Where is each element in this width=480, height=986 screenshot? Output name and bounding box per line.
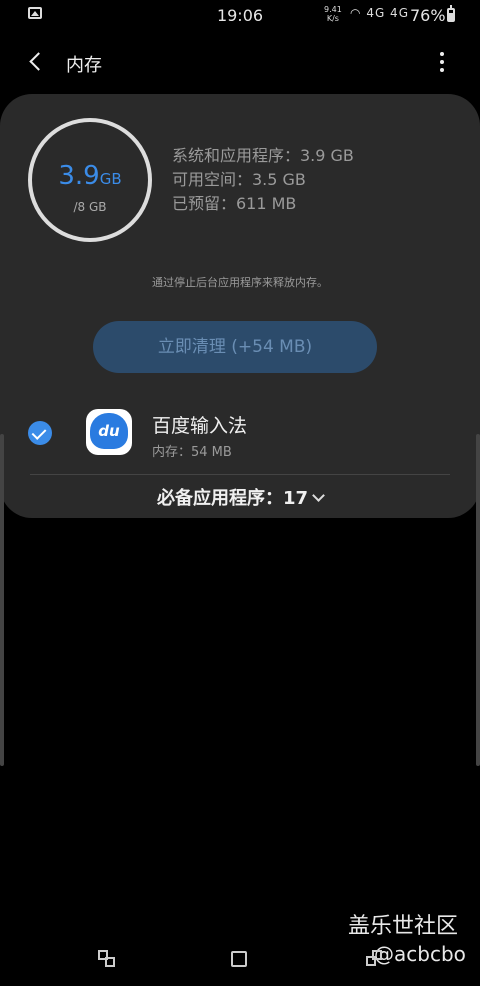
left-edge-scrollbar bbox=[0, 434, 4, 766]
memory-total: /8 GB bbox=[73, 200, 107, 214]
reserved-memory: 已预留：611 MB bbox=[172, 194, 297, 213]
chevron-down-icon bbox=[312, 489, 325, 502]
navigation-bar bbox=[0, 936, 480, 986]
wifi-icon: ◠ bbox=[350, 6, 362, 20]
nav-back-icon[interactable] bbox=[366, 950, 384, 968]
app-list-item[interactable]: du 百度输入法 内存：54 MB bbox=[0, 395, 480, 471]
back-arrow-icon[interactable] bbox=[24, 50, 48, 74]
divider bbox=[30, 474, 450, 475]
network-speed-value: 9.41 bbox=[324, 5, 342, 14]
network-speed-unit: K/s bbox=[326, 14, 339, 23]
clean-now-button[interactable]: 立即清理 (+54 MB) bbox=[93, 321, 377, 373]
memory-used: 3.9GB bbox=[32, 161, 148, 191]
memory-hint: 通过停止后台应用程序来释放内存。 bbox=[152, 276, 328, 289]
memory-used-number: 3.9 bbox=[58, 161, 100, 191]
signal-icons: ◠ 4G 4G bbox=[350, 6, 409, 20]
signal-icon: 4G 4G bbox=[366, 6, 409, 20]
app-memory: 内存：54 MB bbox=[152, 445, 232, 460]
network-speed: 9.41 K/s bbox=[324, 5, 342, 23]
system-apps-usage: 系统和应用程序：3.9 GB bbox=[172, 146, 354, 165]
status-bar: 19:06 9.41 K/s ◠ 4G 4G 76% bbox=[0, 0, 480, 30]
battery-icon bbox=[447, 5, 455, 22]
memory-used-unit: GB bbox=[99, 170, 122, 188]
app-bar: 内存 bbox=[0, 40, 480, 84]
checkbox-checked-icon[interactable] bbox=[28, 421, 52, 445]
app-name: 百度输入法 bbox=[152, 415, 248, 437]
right-edge-scrollbar[interactable] bbox=[476, 434, 480, 766]
recent-apps-icon[interactable] bbox=[98, 950, 116, 968]
essential-apps-label: 必备应用程序：17 bbox=[156, 488, 309, 509]
page-title: 内存 bbox=[66, 55, 102, 76]
essential-apps-toggle[interactable]: 必备应用程序：17 bbox=[0, 484, 480, 510]
available-space: 可用空间：3.5 GB bbox=[172, 170, 306, 189]
baidu-input-app-icon: du bbox=[86, 409, 132, 455]
memory-usage-ring: 3.9GB /8 GB bbox=[28, 118, 152, 242]
memory-stats: 系统和应用程序：3.9 GB 可用空间：3.5 GB 已预留：611 MB bbox=[172, 144, 354, 216]
more-options-icon[interactable] bbox=[434, 50, 450, 74]
battery-percent: 76% bbox=[410, 6, 446, 25]
app-icon-text: du bbox=[90, 413, 128, 449]
home-icon[interactable] bbox=[231, 951, 247, 967]
